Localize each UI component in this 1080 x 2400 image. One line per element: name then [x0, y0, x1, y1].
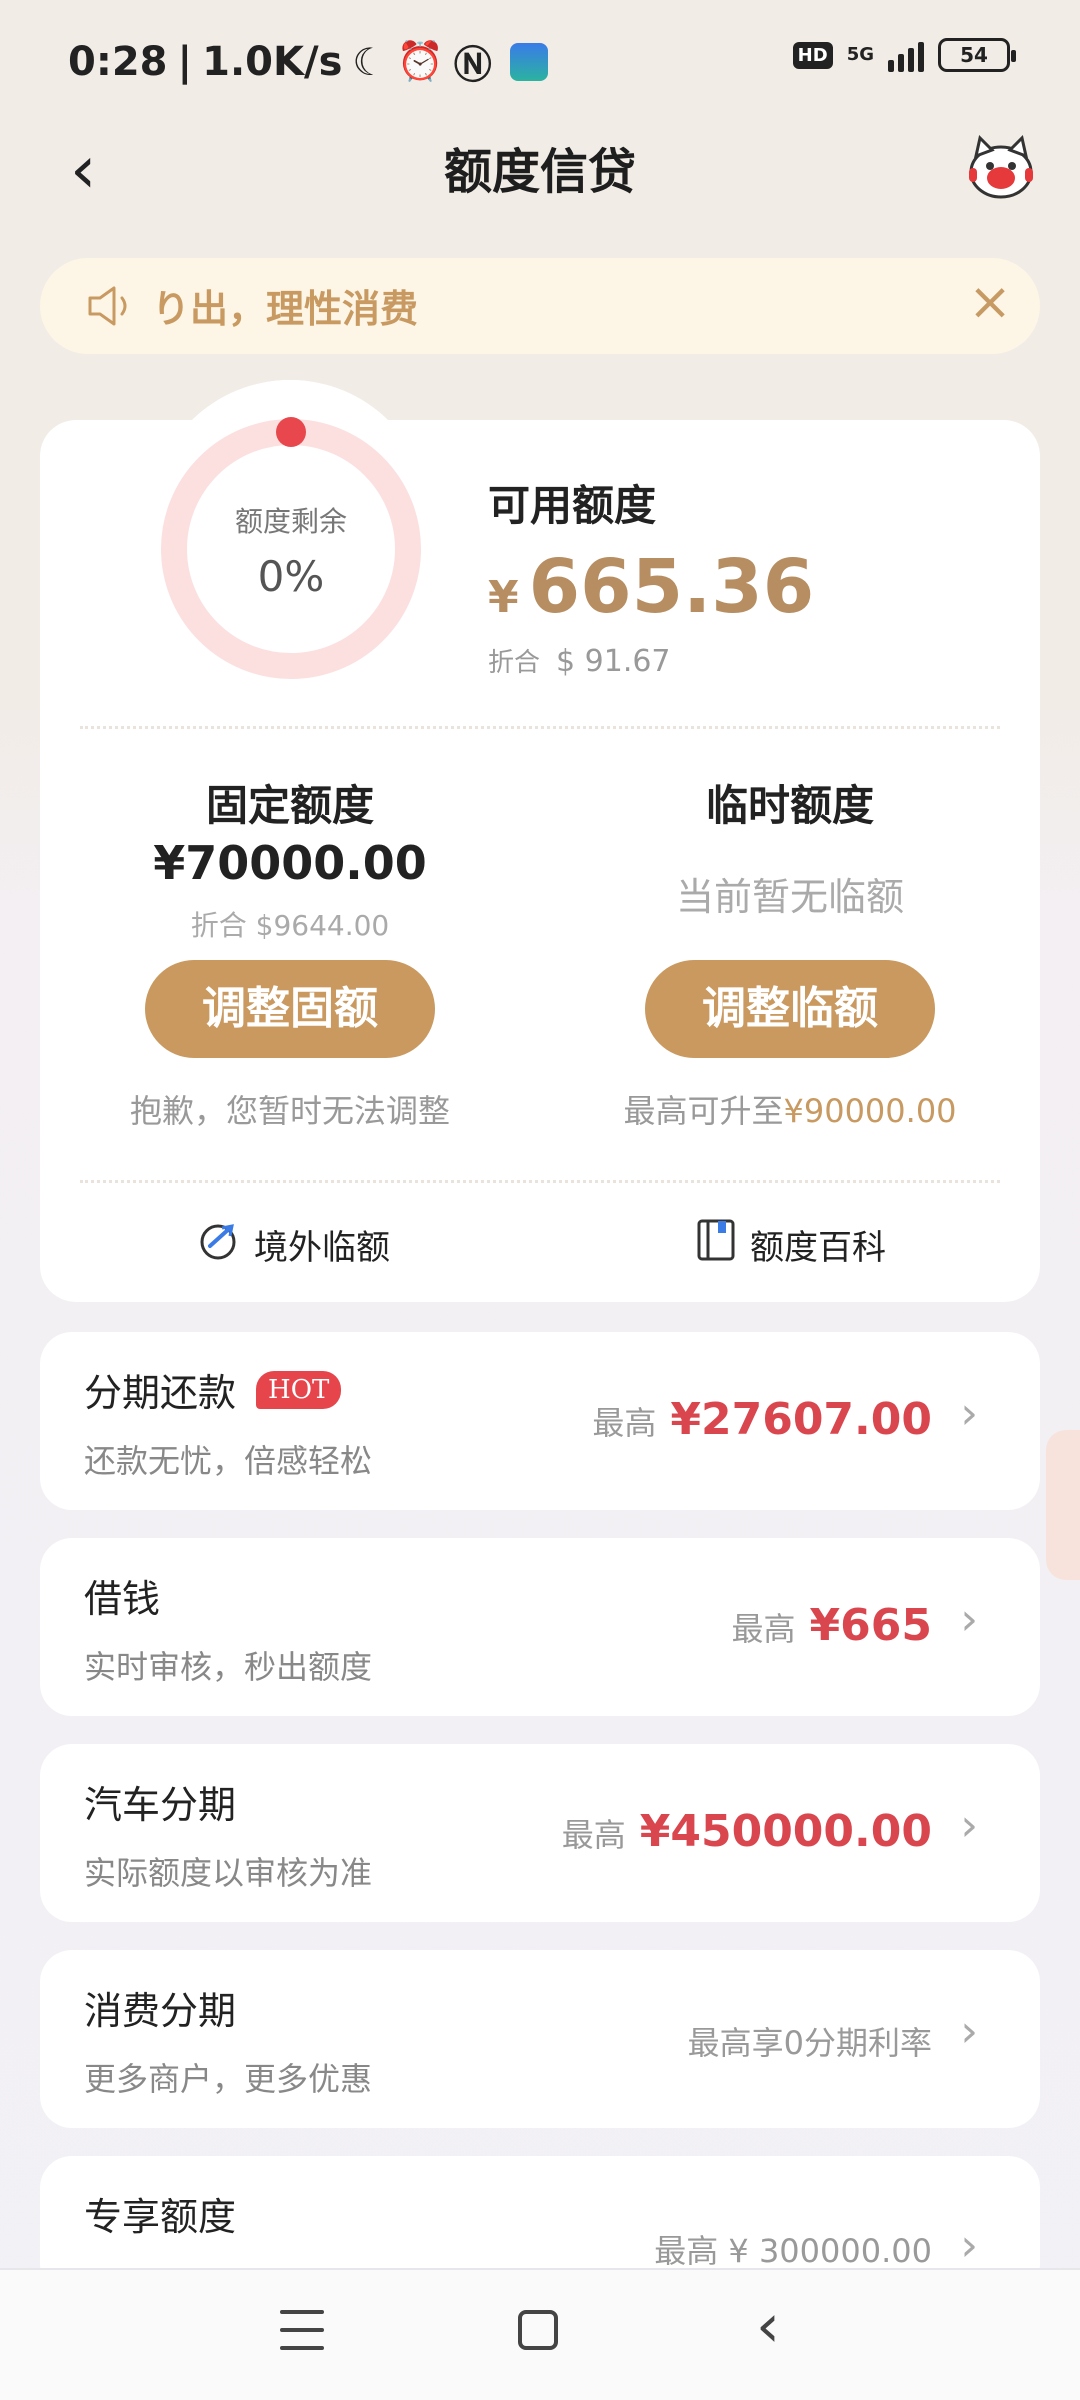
notice-banner: り出，理性消费 ×: [40, 258, 1040, 354]
list-item-title: 分期还款: [84, 1371, 237, 1415]
list-item-car-installment[interactable]: 汽车分期 实际额度以审核为准 最高 ¥450000.00 ›: [40, 1744, 1040, 1922]
remaining-ring: [156, 414, 426, 684]
nfc-icon: Ⓝ: [453, 43, 492, 87]
mascot-service-icon[interactable]: [966, 134, 1036, 200]
chevron-right-icon: ›: [960, 1594, 978, 1645]
back-icon[interactable]: ‹: [756, 2296, 780, 2356]
rate-text: 最高享0分期利率: [687, 2024, 932, 2062]
available-label: 可用额度: [488, 481, 657, 530]
ring-track: [161, 419, 421, 679]
ring-label: 额度剩余: [234, 505, 347, 538]
moon-icon: ☾: [352, 39, 387, 84]
list-item-installment-repay[interactable]: 分期还款 HOT 还款无忧，倍感轻松 最高 ¥27607.00 ›: [40, 1332, 1040, 1510]
book-icon: [696, 1218, 736, 1271]
temp-limit-title: 临时额度: [705, 781, 874, 830]
battery-icon: 54: [938, 38, 1016, 72]
network-type: 5G: [846, 44, 874, 65]
chevron-right-icon: ›: [960, 1800, 978, 1851]
list-item-consumer-installment[interactable]: 消费分期 更多商户，更多优惠 最高享0分期利率 ›: [40, 1950, 1040, 2128]
adjust-temp-button[interactable]: 调整临额: [645, 960, 935, 1058]
status-divider: |: [177, 38, 193, 85]
plane-globe-icon: [196, 1218, 240, 1271]
ring-progress-dot: [276, 417, 306, 447]
usd-prefix: 折合: [488, 648, 541, 678]
fixed-limit-usd: 折合 $9644.00: [190, 909, 390, 942]
signal-icon: [888, 38, 924, 72]
adjust-fixed-button[interactable]: 调整固额: [145, 960, 435, 1058]
divider: [80, 1180, 1000, 1183]
temp-limit-status: 当前暂无临额: [675, 875, 904, 919]
max-label: 最高: [592, 1404, 657, 1442]
ring-percent: 0%: [257, 552, 325, 601]
floating-side-widget[interactable]: [1046, 1430, 1080, 1580]
notice-text: り出，理性消费: [152, 287, 419, 331]
overseas-limit-link[interactable]: 境外临额: [196, 1218, 390, 1271]
list-item-title: 借钱: [84, 1577, 161, 1621]
chevron-right-icon: ›: [960, 1388, 978, 1439]
home-icon[interactable]: [518, 2310, 558, 2350]
available-amount: ¥ 665.36: [488, 544, 814, 630]
page-title: 额度信贷: [443, 144, 636, 200]
temp-limit-note: 最高可升至¥90000.00: [570, 1086, 1010, 1132]
max-label: 最高: [561, 1816, 626, 1854]
limit-wiki-link[interactable]: 额度百科: [696, 1218, 886, 1271]
list-item-subtitle: 更多商户，更多优惠: [84, 2060, 373, 2098]
list-item-borrow[interactable]: 借钱 实时审核，秒出额度 最高 ¥665 ›: [40, 1538, 1040, 1716]
available-usd: 折合 $ 91.67: [488, 642, 671, 679]
alarm-icon: ⏰: [396, 39, 444, 83]
chevron-right-icon: ›: [960, 2220, 978, 2271]
list-item-subtitle: 实时审核，秒出额度: [84, 1648, 373, 1686]
fixed-limit-amount: ¥70000.00: [153, 836, 427, 890]
max-value: ¥27607.00: [670, 1394, 932, 1445]
status-speed: 1.0K/s: [202, 38, 343, 85]
app-notification-icon: [509, 42, 548, 81]
max-value: ¥665: [809, 1600, 932, 1651]
temp-note-value: ¥90000.00: [783, 1092, 957, 1130]
max-label: 最高: [731, 1610, 796, 1648]
close-icon[interactable]: ×: [958, 270, 1022, 334]
list-item-subtitle: 还款无忧，倍感轻松: [84, 1442, 373, 1480]
fixed-limit-note: 抱歉，您暂时无法调整: [129, 1092, 450, 1130]
speaker-icon: [86, 284, 136, 332]
status-right: HD 5G 54: [792, 38, 1016, 72]
list-item-title: 专享额度: [84, 2195, 237, 2239]
list-item-title: 汽车分期: [84, 1783, 237, 1827]
status-time: 0:28: [68, 38, 168, 85]
hot-badge: HOT: [256, 1370, 342, 1409]
available-value: 665.36: [528, 544, 815, 630]
list-item-title: 消费分期: [84, 1989, 237, 2033]
currency-symbol: ¥: [488, 572, 519, 623]
chevron-right-icon: ›: [960, 2006, 978, 2057]
temp-note-prefix: 最高可升至: [623, 1092, 784, 1130]
usd-amount: $ 91.67: [556, 644, 671, 679]
max-value: ¥450000.00: [639, 1806, 932, 1857]
status-left: 0:28 | 1.0K/s ☾ ⏰ Ⓝ: [68, 34, 548, 89]
status-bar: 0:28 | 1.0K/s ☾ ⏰ Ⓝ HD 5G 54: [0, 0, 1080, 110]
fixed-limit-title: 固定额度: [205, 781, 374, 830]
divider: [80, 726, 1000, 729]
hd-icon: HD: [792, 41, 833, 69]
max-text: 最高 ¥ 300000.00: [654, 2232, 932, 2270]
menu-icon[interactable]: [280, 2310, 324, 2350]
limit-wiki-label: 额度百科: [750, 1228, 886, 1268]
list-item-subtitle: 实际额度以审核为准: [84, 1854, 373, 1892]
overseas-limit-label: 境外临额: [254, 1228, 390, 1268]
